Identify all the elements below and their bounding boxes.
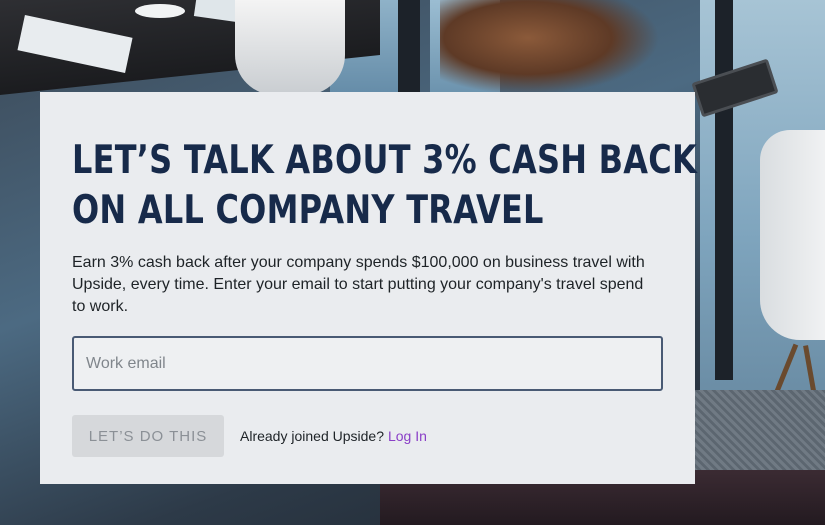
background-window-frame [715, 0, 733, 380]
login-link[interactable]: Log In [388, 428, 427, 444]
lets-do-this-button[interactable]: LET’S DO THIS [72, 415, 224, 457]
work-email-input[interactable] [72, 336, 663, 391]
login-prompt: Already joined Upside? [240, 428, 384, 444]
headline-line: LET’S TALK ABOUT 3% CASH BACK [72, 138, 698, 183]
form-actions: LET’S DO THIS Already joined Upside? Log… [72, 415, 663, 457]
background-chair [760, 130, 825, 340]
background-person [440, 0, 660, 95]
description-text: Earn 3% cash back after your company spe… [72, 254, 645, 315]
headline-line: ON ALL COMPANY TRAVEL [72, 188, 544, 233]
background-cup [135, 4, 185, 18]
page-title: LET’S TALK ABOUT 3% CASH BACK ON ALL COM… [72, 136, 698, 236]
signup-card: LET’S TALK ABOUT 3% CASH BACK ON ALL COM… [40, 92, 698, 484]
background-chair [235, 0, 345, 95]
